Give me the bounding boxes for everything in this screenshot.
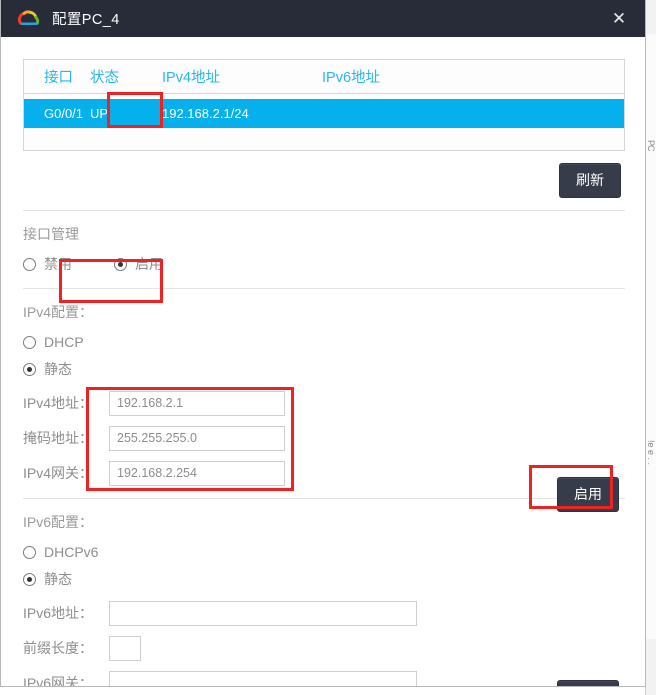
ipv4-mask-input[interactable] — [109, 425, 285, 451]
interface-table: 接口 状态 IPv4地址 IPv6地址 G0/0/1 UP 192.168.2.… — [23, 59, 625, 151]
ipv4-address-input[interactable] — [109, 390, 285, 416]
ipv6-prefix-input[interactable] — [109, 635, 141, 661]
ipv6-mode-dhcp-row: DHCPv6 — [23, 542, 623, 562]
radio-label: DHCP — [44, 334, 84, 350]
ipv4-section-label: IPv4配置： — [23, 304, 94, 320]
radio-interface-enable[interactable]: 启用 — [114, 254, 163, 274]
radio-ipv4-dhcp[interactable]: DHCP — [23, 334, 84, 350]
interface-admin-radio-group: 禁用 启用 — [23, 254, 623, 274]
ipv6-address-input[interactable] — [109, 600, 417, 626]
ipv6-mode-static-row: 静态 — [23, 569, 623, 589]
ipv6-prefix-label: 前缀长度： — [23, 640, 93, 656]
background-text-fragment: PC — [646, 140, 656, 151]
ipv6-address-row: IPv6地址： — [23, 600, 623, 626]
screen: PC !e e . . 配置PC_4 ✕ 接口 状态 IPv4地址 IPv6地址… — [0, 0, 656, 695]
radio-label: 静态 — [44, 361, 72, 377]
refresh-button[interactable]: 刷新 — [559, 163, 621, 198]
background-text-fragment-2: !e e . . — [646, 440, 656, 466]
table-empty-area — [24, 128, 624, 151]
divider-1 — [23, 210, 625, 211]
radio-interface-disable[interactable]: 禁用 — [23, 254, 72, 274]
ipv6-section-label: IPv6配置： — [23, 514, 94, 530]
radio-label: 禁用 — [44, 256, 72, 272]
cloud-icon — [15, 9, 43, 29]
divider-2 — [23, 288, 625, 289]
interface-admin-label: 接口管理 — [23, 226, 79, 242]
ipv6-apply-button[interactable]: 启用 — [557, 680, 619, 686]
radio-circle-icon — [23, 545, 36, 559]
radio-circle-selected-icon — [23, 572, 36, 586]
ipv4-gateway-input[interactable] — [109, 460, 285, 486]
dialog-titlebar: 配置PC_4 ✕ — [1, 0, 645, 37]
ipv4-mask-label: 掩码地址： — [23, 430, 93, 446]
config-dialog: 配置PC_4 ✕ 接口 状态 IPv4地址 IPv6地址 G0/0/1 UP 1… — [0, 0, 646, 687]
radio-label: 启用 — [135, 256, 163, 272]
column-header-ipv4: IPv4地址 — [162, 70, 221, 86]
ipv4-address-label: IPv4地址： — [23, 395, 94, 411]
radio-circle-icon — [23, 257, 36, 271]
ipv4-mask-row: 掩码地址： — [23, 425, 623, 451]
radio-ipv4-static[interactable]: 静态 — [23, 359, 72, 379]
divider-3 — [23, 498, 625, 499]
table-row[interactable]: G0/0/1 UP 192.168.2.1/24 — [24, 99, 624, 128]
radio-label: DHCPv6 — [44, 544, 99, 560]
ipv4-address-row: IPv4地址： — [23, 390, 623, 416]
dialog-body: 接口 状态 IPv4地址 IPv6地址 G0/0/1 UP 192.168.2.… — [1, 37, 645, 686]
ipv4-gateway-row: IPv4网关： — [23, 460, 623, 486]
close-icon[interactable]: ✕ — [593, 0, 645, 37]
ipv4-mode-static-row: 静态 — [23, 359, 623, 379]
radio-ipv6-dhcpv6[interactable]: DHCPv6 — [23, 544, 98, 560]
radio-circle-selected-icon — [23, 362, 36, 376]
refresh-row: 刷新 — [23, 163, 623, 198]
radio-circle-selected-icon — [114, 257, 127, 271]
ipv6-gateway-label: IPv6网关： — [23, 675, 94, 686]
cell-state: UP — [90, 106, 109, 121]
background-panel-inner — [646, 34, 656, 639]
ipv4-apply-button[interactable]: 启用 — [557, 477, 619, 512]
ipv6-gateway-input[interactable] — [109, 670, 417, 686]
ipv6-gateway-row: IPv6网关： — [23, 670, 623, 686]
ipv6-address-label: IPv6地址： — [23, 605, 94, 621]
ipv4-mode-dhcp-row: DHCP — [23, 332, 623, 352]
column-header-interface: 接口 — [44, 70, 73, 86]
radio-ipv6-static[interactable]: 静态 — [23, 569, 72, 589]
radio-label: 静态 — [44, 571, 72, 587]
column-header-ipv6: IPv6地址 — [322, 70, 381, 86]
ipv6-prefix-row: 前缀长度： — [23, 635, 623, 661]
ipv4-gateway-label: IPv4网关： — [23, 465, 94, 481]
cell-interface: G0/0/1 — [44, 106, 84, 121]
dialog-title: 配置PC_4 — [52, 12, 120, 28]
radio-circle-icon — [23, 335, 36, 349]
cell-ipv4: 192.168.2.1/24 — [162, 106, 249, 121]
column-header-state: 状态 — [90, 70, 119, 86]
interface-table-header: 接口 状态 IPv4地址 IPv6地址 — [24, 60, 624, 94]
